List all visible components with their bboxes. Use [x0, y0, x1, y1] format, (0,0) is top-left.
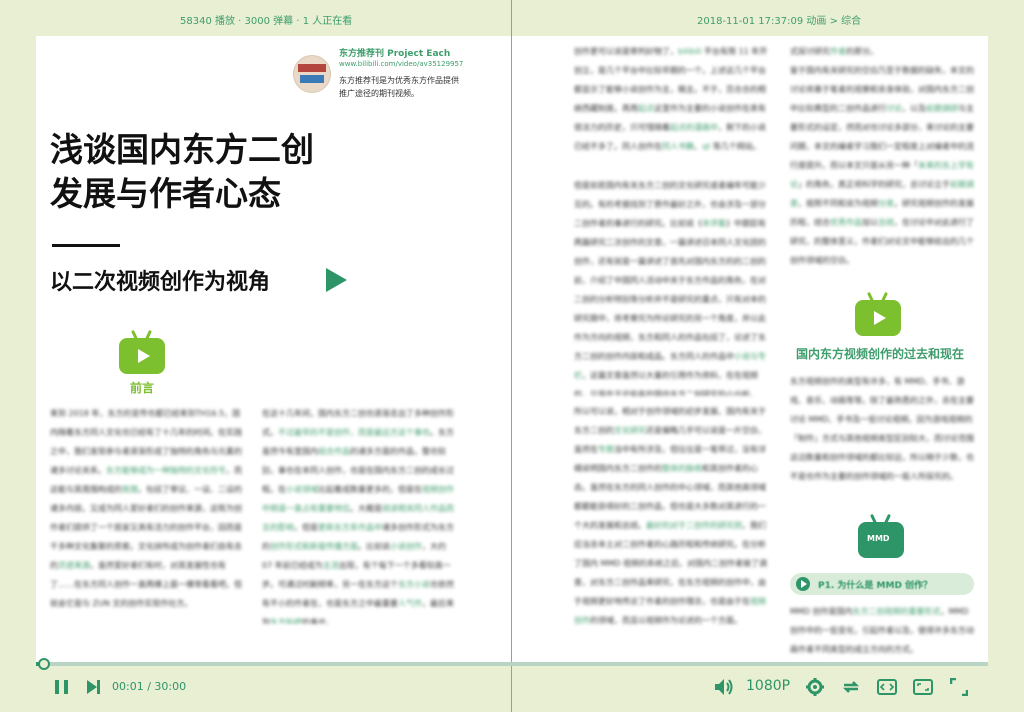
recommend-url: www.bilibili.com/video/av35129957: [339, 60, 464, 68]
section-intro-label: 前言: [130, 381, 155, 395]
body-text-column-2: 在这十几年间，国内东方二创也逐渐走出了多种创作形式。不过最早的不是创作，而是最远…: [262, 409, 454, 624]
body-text-column-7: 东方视频创作的类型有许多，有 MMD、手书、游戏、音乐、动画等等。除了最熟悉的之…: [790, 377, 974, 481]
resolution-selector[interactable]: 1080P: [746, 678, 790, 694]
fullscreen-icon[interactable]: [950, 678, 968, 696]
progress-knob-icon[interactable]: [38, 658, 50, 670]
article-title-line-1: 浅谈国内东方二创: [50, 130, 314, 169]
video-stats: 58340 播放 · 3000 弹幕 · 1 人正在看: [180, 16, 353, 27]
body-text-column-4: 但是如若国内有关东方二创的文化研究或者编年可能少见的。有的考据找到了原作最好之外…: [574, 181, 766, 396]
settings-icon[interactable]: [806, 678, 824, 696]
body-text-column-5: 所以可以说，相对于创作领域的初步发展，国内有关于东方二创的文化研究还是偏略几乎可…: [574, 407, 768, 625]
play-circle-icon: [796, 577, 810, 591]
section-history-label: 国内东方视频创作的过去和现在: [796, 347, 965, 361]
play-arrow-icon: [326, 268, 347, 292]
recommend-thumbnail: [293, 55, 331, 93]
title-divider: [52, 244, 120, 247]
video-info-bar: 58340 播放 · 3000 弹幕 · 1 人正在看 2018-11-01 1…: [0, 0, 1024, 36]
subsection-mmd-pill: P1. 为什么是 MMD 创作？: [790, 573, 974, 595]
article-title: 浅谈国内东方二创 发展与作者心态: [50, 128, 314, 216]
loop-icon[interactable]: [842, 678, 860, 696]
next-icon[interactable]: [86, 679, 102, 695]
time-display: 00:01 / 30:00: [112, 680, 186, 693]
total-time: 30:00: [154, 680, 187, 693]
time-separator: /: [147, 680, 151, 693]
body-text-column-6: 式探讨研究作者的那分。 鉴于国内有关研究的空白乃至于数据的缺失，本文的讨论将基于…: [790, 47, 974, 265]
subsection-mmd-label: P1. 为什么是 MMD 创作？: [818, 581, 933, 591]
webfullscreen-icon[interactable]: [913, 679, 933, 695]
video-meta: 2018-11-01 17:37:09 动画 > 综合: [697, 16, 862, 27]
progress-bar[interactable]: [36, 662, 988, 666]
volume-icon[interactable]: [714, 678, 734, 696]
recommend-title: 东方推荐刊 Project Each: [339, 49, 451, 59]
current-time: 00:01: [112, 680, 144, 693]
left-page: 东方推荐刊 Project Each www.bilibili.com/vide…: [36, 36, 511, 664]
body-text-column-3: 创作更可以说是审判好物了，bilibili 平台有限 11 年开创立，是几个平台…: [574, 47, 768, 151]
pause-icon[interactable]: [54, 679, 70, 695]
right-page: 创作更可以说是审判好物了，bilibili 平台有限 11 年开创立，是几个平台…: [512, 36, 988, 664]
body-text-column-1: 来到 2018 年，东方的宣传也都已经来到TH16.5，国内随着东方同人文化也已…: [50, 409, 242, 608]
mmd-badge-text: MMD: [867, 534, 890, 543]
widescreen-icon[interactable]: [877, 679, 897, 695]
body-text-column-8: MMD 创作是国内东方二创视频的重要形式，MMD 创作中的一些变化，引起作者以及…: [790, 607, 974, 654]
article-subtitle: 以二次视频创作为视角: [50, 269, 271, 295]
recommend-description: 东方推荐刊是为优秀东方作品提供推广途径的期刊视频。: [339, 76, 459, 98]
article-title-line-2: 发展与作者心态: [50, 174, 281, 213]
